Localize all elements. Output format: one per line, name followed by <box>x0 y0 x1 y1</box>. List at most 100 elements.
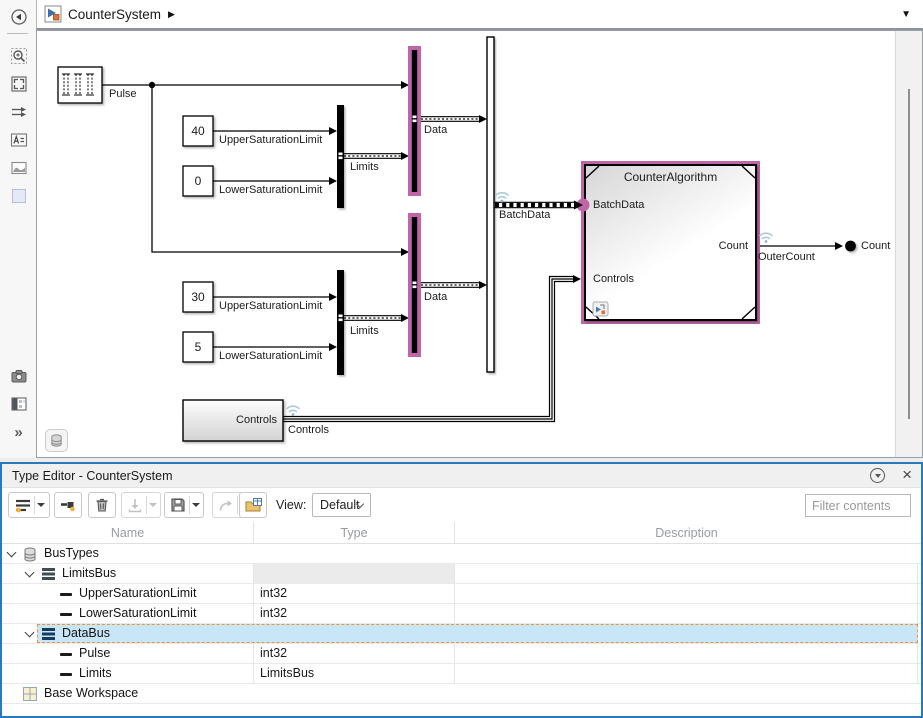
add-element-icon <box>59 496 77 514</box>
count-outport-block[interactable] <box>845 241 856 252</box>
signal-label-controls[interactable]: Controls <box>288 424 329 436</box>
table-row-base-workspace[interactable]: Base Workspace <box>2 684 921 704</box>
table-row-lowersaturationlimit[interactable]: LowerSaturationLimit int32 <box>2 604 921 624</box>
model-canvas[interactable]: Pulse 40 0 30 5 UpperSaturationLimit Low… <box>36 30 923 458</box>
bus-creator-data-bottom-highlighted[interactable] <box>408 213 421 357</box>
fit-view-icon <box>10 75 28 93</box>
table-row-pulse[interactable]: Pulse int32 <box>2 644 921 664</box>
more-tools-button[interactable]: » <box>9 423 28 442</box>
collapse-panel-button[interactable] <box>870 468 885 483</box>
signal-label-upper-bottom[interactable]: UpperSaturationLimit <box>219 300 322 312</box>
row-description <box>454 564 918 583</box>
row-type: int32 <box>253 644 454 663</box>
wireless-icon-count <box>760 233 773 243</box>
data-bus-top[interactable] <box>421 117 479 122</box>
split-divider <box>189 496 190 514</box>
fit-to-view-tool[interactable] <box>9 74 28 93</box>
back-button[interactable] <box>9 7 28 26</box>
zoom-select-tool[interactable] <box>9 46 28 65</box>
route-signals-tool[interactable] <box>9 102 28 121</box>
bus-creator-batchdata[interactable] <box>487 37 494 372</box>
delete-button[interactable] <box>88 492 116 518</box>
bus-element-icon <box>60 593 72 596</box>
screenshot-tool[interactable] <box>9 366 28 385</box>
split-divider <box>237 496 238 514</box>
expand-chevron[interactable] <box>25 628 35 638</box>
row-type: LimitsBus <box>253 664 454 683</box>
signal-label-limits-bottom[interactable]: Limits <box>350 325 379 337</box>
open-folder-icon <box>244 496 263 514</box>
save-button[interactable] <box>164 492 204 518</box>
canvas-scrollbar[interactable] <box>895 31 922 457</box>
signal-label-data-bottom[interactable]: Data <box>424 291 447 303</box>
table-row-databus-selected[interactable]: DataBus <box>2 624 921 644</box>
save-dropdown-arrow[interactable] <box>192 503 200 507</box>
table-row-limitsbus[interactable]: LimitsBus <box>2 564 921 584</box>
expand-chevron[interactable] <box>7 548 17 558</box>
limits-bus-top[interactable] <box>344 154 401 159</box>
bus-lines[interactable] <box>283 117 575 422</box>
trash-icon <box>93 496 111 514</box>
data-dictionary-button[interactable] <box>45 429 68 452</box>
bus-icon <box>42 568 56 580</box>
area-annotation-tool[interactable] <box>9 186 28 205</box>
signal-label-limits-top[interactable]: Limits <box>350 161 379 173</box>
signal-label-data-top[interactable]: Data <box>424 124 447 136</box>
panels-icon <box>10 395 28 413</box>
row-type <box>253 684 454 703</box>
bus-notch <box>339 153 343 156</box>
count-outport-label[interactable]: Count <box>861 240 890 252</box>
add-bus-button[interactable] <box>8 492 50 518</box>
row-type: int32 <box>253 584 454 603</box>
signal-label-upper-top[interactable]: UpperSaturationLimit <box>219 134 322 146</box>
image-annotation-tool[interactable] <box>9 158 28 177</box>
bus-creator-data-top-highlighted[interactable] <box>408 46 421 196</box>
expand-chevron[interactable] <box>25 568 35 578</box>
column-header-description: Description <box>454 522 918 543</box>
breadcrumb-model-name[interactable]: CounterSystem <box>68 7 161 22</box>
view-dropdown-value: Default <box>320 498 360 512</box>
panels-tool[interactable] <box>9 394 28 413</box>
signal-label-outercount[interactable]: OuterCount <box>758 251 815 263</box>
batchdata-bus[interactable] <box>494 202 575 207</box>
save-icon <box>169 496 187 514</box>
table-row-uppersaturationlimit[interactable]: UpperSaturationLimit int32 <box>2 584 921 604</box>
row-name: LimitsBus <box>62 566 116 580</box>
row-name: LowerSaturationLimit <box>79 606 196 620</box>
import-button[interactable] <box>121 492 161 518</box>
annotation-tool[interactable] <box>9 130 28 149</box>
signal-label-pulse[interactable]: Pulse <box>109 88 137 100</box>
filter-contents-input[interactable] <box>805 494 911 517</box>
import-dropdown-arrow[interactable] <box>149 503 157 507</box>
branch-dot <box>149 82 155 88</box>
palette-toolstrip: » <box>0 0 36 458</box>
bus-element-icon <box>60 613 72 616</box>
table-bottom-spacer <box>2 704 921 715</box>
signal-label-lower-bottom[interactable]: LowerSaturationLimit <box>219 350 322 362</box>
open-button[interactable] <box>239 492 267 518</box>
type-editor-title: Type Editor - CounterSystem <box>12 469 172 483</box>
camera-icon <box>10 367 28 385</box>
type-editor-panel: Type Editor - CounterSystem × <box>0 462 923 718</box>
table-row-bustypes[interactable]: BusTypes <box>2 544 921 564</box>
constant-0-value: 0 <box>183 166 213 196</box>
bus-notch <box>339 319 343 322</box>
close-panel-button[interactable]: × <box>902 465 912 485</box>
signal-label-lower-top[interactable]: LowerSaturationLimit <box>219 184 322 196</box>
add-bus-icon <box>14 496 32 514</box>
bus-creator-limits-bottom[interactable] <box>337 270 344 375</box>
breadcrumb-expand-arrow[interactable]: ▼ <box>901 9 911 20</box>
limits-bus-bottom[interactable] <box>344 316 401 321</box>
breadcrumb: CounterSystem ▶ ▼ <box>36 0 923 30</box>
table-row-limits[interactable]: Limits LimitsBus <box>2 664 921 684</box>
signal-label-batchdata[interactable]: BatchData <box>499 209 550 221</box>
toolstrip-separator <box>7 33 28 34</box>
add-element-button[interactable] <box>54 492 82 518</box>
back-circle-icon <box>10 8 28 26</box>
view-dropdown[interactable]: Default <box>312 493 371 517</box>
add-bus-dropdown-arrow[interactable] <box>37 503 45 507</box>
canvas-scrollbar-thumb[interactable] <box>908 89 910 419</box>
row-name: UpperSaturationLimit <box>79 586 196 600</box>
base-workspace-icon <box>23 687 37 701</box>
data-bus-bottom[interactable] <box>421 283 479 288</box>
